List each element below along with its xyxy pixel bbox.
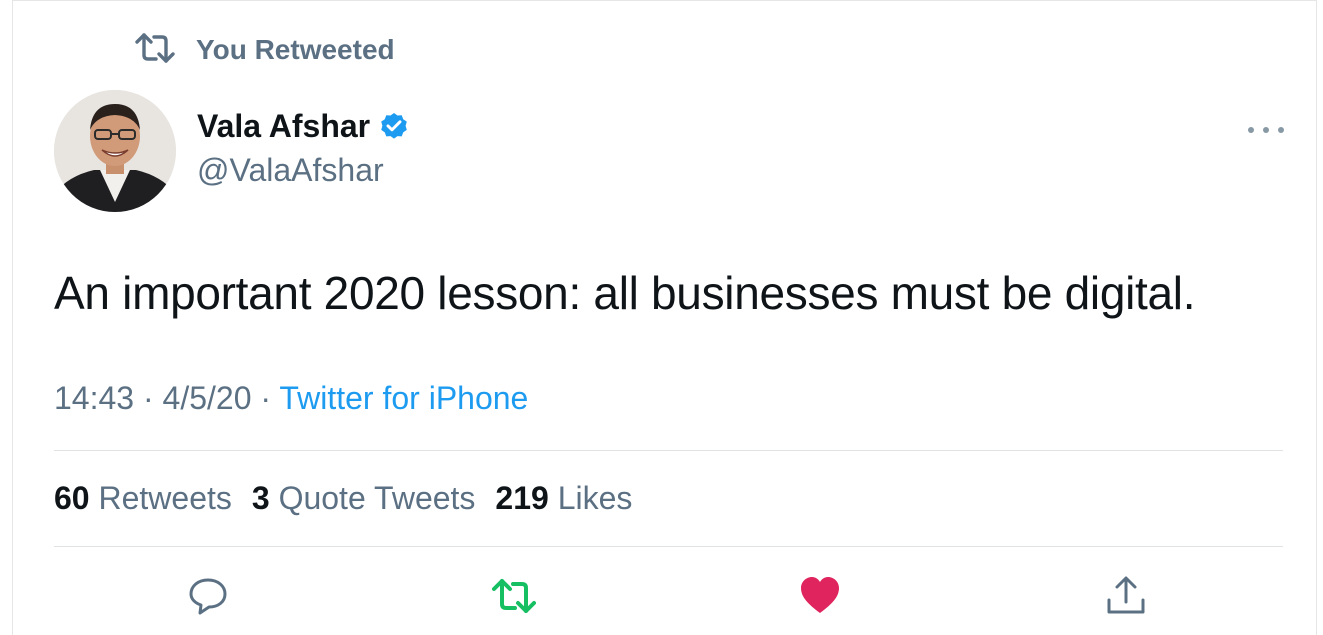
share-icon: [1107, 576, 1145, 614]
author-name-row[interactable]: Vala Afshar: [197, 108, 410, 145]
more-options-icon[interactable]: [1248, 118, 1284, 142]
retweet-button[interactable]: [492, 574, 536, 618]
retweet-icon: [134, 31, 176, 70]
tweet-date: 4/5/20: [162, 380, 252, 416]
divider: [54, 546, 1283, 547]
reply-icon: [189, 578, 227, 615]
tweet-text: An important 2020 lesson: all businesses…: [54, 267, 1196, 319]
author-avatar[interactable]: [54, 90, 176, 212]
share-button[interactable]: [1104, 574, 1148, 618]
heart-icon: [801, 577, 839, 613]
tweet-stats: 60 Retweets 3 Quote Tweets 219 Likes: [54, 480, 632, 517]
tweet-metadata: 14:43 · 4/5/20 · Twitter for iPhone: [54, 380, 528, 417]
retweet-icon: [492, 579, 536, 613]
meta-separator: ·: [260, 380, 272, 416]
meta-separator: ·: [142, 380, 154, 416]
retweets-stat[interactable]: 60 Retweets: [54, 480, 232, 517]
retweet-context: You Retweeted: [134, 30, 395, 70]
reply-button[interactable]: [186, 574, 230, 618]
tweet-source-link[interactable]: Twitter for iPhone: [279, 380, 528, 416]
like-button[interactable]: [798, 574, 842, 618]
author-display-name[interactable]: Vala Afshar: [197, 108, 370, 145]
author-handle[interactable]: @ValaAfshar: [197, 152, 384, 189]
tweet-time: 14:43: [54, 380, 135, 416]
likes-stat[interactable]: 219 Likes: [495, 480, 632, 517]
verified-badge-icon: [378, 111, 410, 143]
divider: [54, 450, 1283, 451]
quote-tweets-stat[interactable]: 3 Quote Tweets: [252, 480, 476, 517]
retweet-context-label: You Retweeted: [196, 34, 395, 65]
